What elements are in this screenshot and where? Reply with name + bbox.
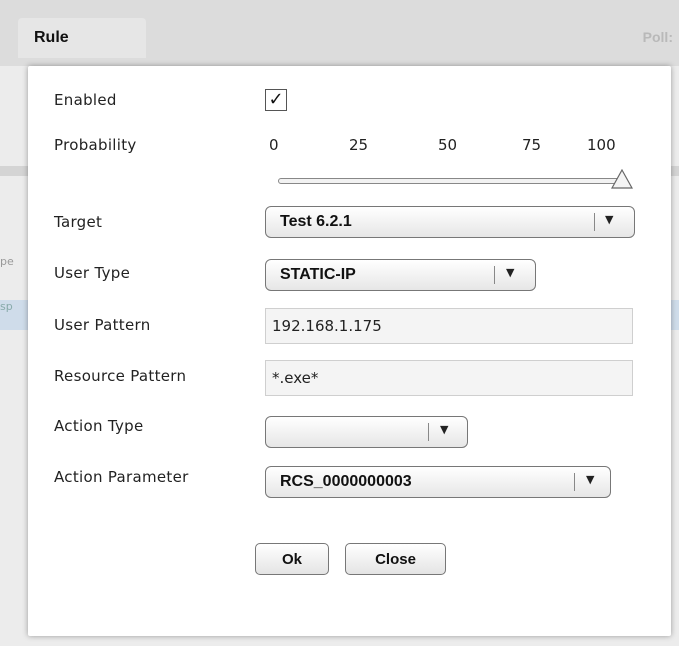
- ok-button[interactable]: Ok: [255, 543, 329, 575]
- chevron-down-icon: ▼: [506, 266, 515, 279]
- close-button[interactable]: Close: [345, 543, 446, 575]
- resource-pattern-label: Resource Pattern: [54, 367, 187, 385]
- user-pattern-input[interactable]: [265, 308, 633, 344]
- poll-label: Poll:: [642, 29, 673, 45]
- chevron-down-icon: ▼: [586, 473, 595, 486]
- action-type-select[interactable]: ▼: [265, 416, 468, 448]
- enabled-checkbox[interactable]: ✓: [265, 89, 287, 111]
- checkmark-icon: ✓: [268, 89, 284, 110]
- probability-tick: 25: [349, 136, 369, 154]
- background-text-fragment: pe: [0, 255, 14, 268]
- probability-tick: 50: [438, 136, 458, 154]
- probability-tick: 75: [522, 136, 542, 154]
- action-parameter-label: Action Parameter: [54, 468, 189, 486]
- user-pattern-label: User Pattern: [54, 316, 151, 334]
- probability-tick: 100: [587, 136, 616, 154]
- rule-dialog: Enabled ✓ Probability 0 25 50 75 100 Tar…: [28, 66, 671, 636]
- user-type-label: User Type: [54, 264, 131, 282]
- probability-slider-track[interactable]: [278, 178, 620, 184]
- resource-pattern-input[interactable]: [265, 360, 633, 396]
- rule-tab-label: Rule: [34, 29, 69, 46]
- user-type-select-value: STATIC-IP: [280, 266, 356, 283]
- probability-slider-thumb[interactable]: [611, 169, 633, 189]
- enabled-label: Enabled: [54, 91, 117, 109]
- target-select[interactable]: Test 6.2.1 ▼: [265, 206, 635, 238]
- target-select-value: Test 6.2.1: [280, 213, 352, 230]
- probability-tick: 0: [269, 136, 279, 154]
- action-parameter-select-value: RCS_0000000003: [280, 473, 412, 490]
- target-label: Target: [54, 213, 103, 231]
- chevron-down-icon: ▼: [440, 423, 449, 436]
- chevron-down-icon: ▼: [605, 213, 614, 226]
- background-text-fragment: sp: [0, 300, 13, 313]
- action-type-label: Action Type: [54, 417, 144, 435]
- user-type-select[interactable]: STATIC-IP ▼: [265, 259, 536, 291]
- action-parameter-select[interactable]: RCS_0000000003 ▼: [265, 466, 611, 498]
- probability-label: Probability: [54, 136, 137, 154]
